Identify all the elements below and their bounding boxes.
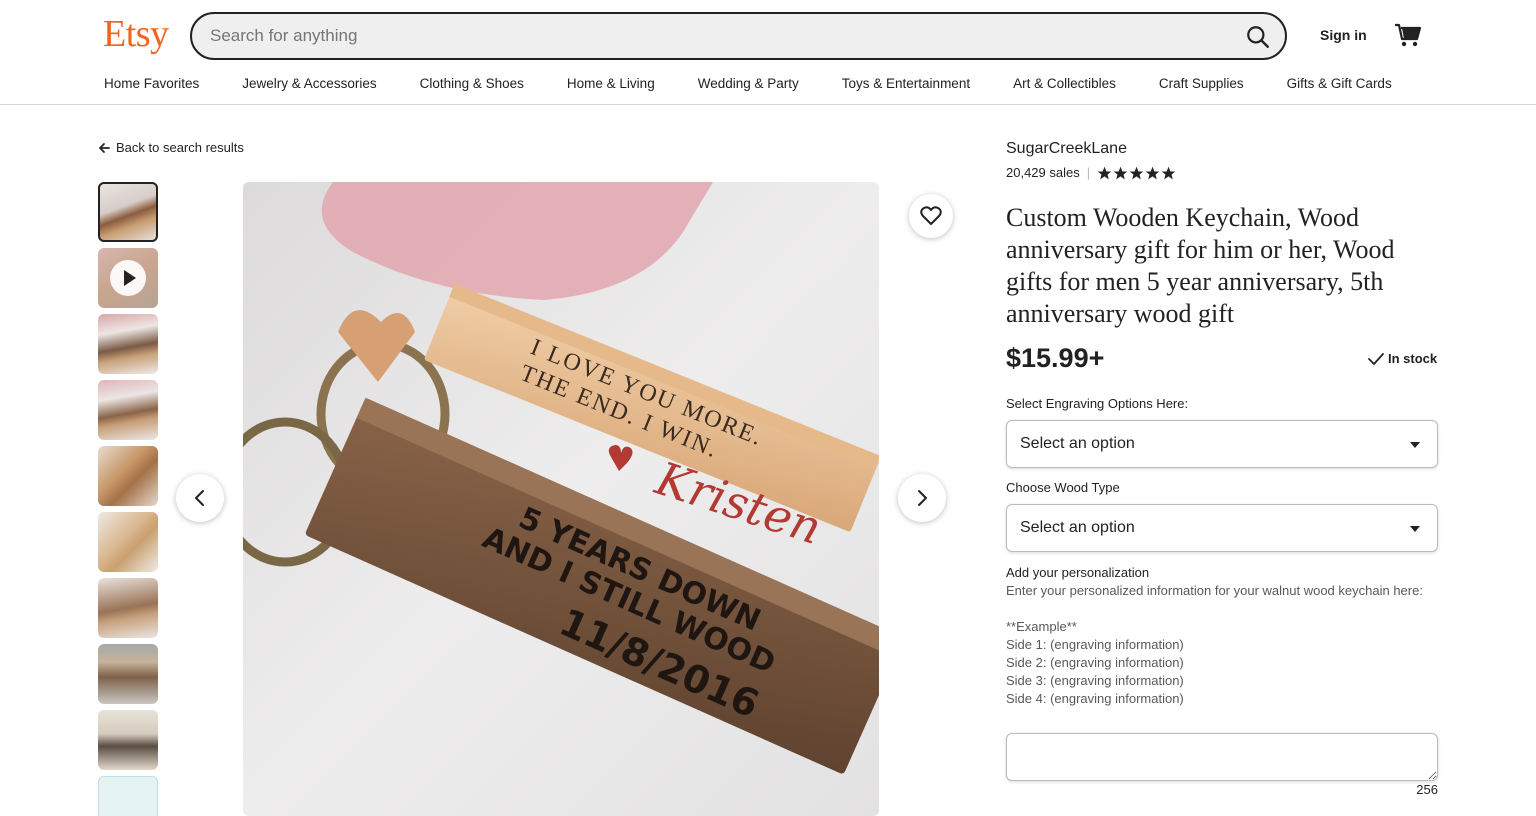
- engraving-options-label: Select Engraving Options Here:: [1006, 396, 1189, 411]
- instruction-line: **Example**: [1006, 619, 1077, 634]
- character-counter: 256: [1416, 782, 1438, 797]
- etsy-logo[interactable]: Etsy: [103, 12, 169, 56]
- nav-home-favorites[interactable]: Home Favorites: [104, 76, 199, 94]
- thumbnail-6[interactable]: [98, 512, 158, 572]
- previous-image-button[interactable]: [176, 474, 224, 522]
- personalization-textarea[interactable]: [1006, 733, 1438, 781]
- engraving-options-select[interactable]: Select an option: [1006, 420, 1438, 468]
- personalization-instructions: Enter your personalized information for …: [1006, 582, 1438, 708]
- chevron-left-icon: [195, 490, 204, 506]
- nav-wedding-party[interactable]: Wedding & Party: [698, 76, 799, 94]
- instruction-line: Side 3: (engraving information): [1006, 673, 1184, 688]
- stock-label: In stock: [1388, 351, 1438, 366]
- nav-gifts-gift-cards[interactable]: Gifts & Gift Cards: [1287, 76, 1392, 94]
- wood-select-value: Select an option: [1020, 519, 1135, 536]
- star-icon: [1113, 166, 1128, 179]
- star-rating[interactable]: [1097, 166, 1176, 180]
- sales-count: 20,429 sales: [1006, 165, 1080, 180]
- search-icon[interactable]: [1245, 24, 1271, 50]
- thumbnail-1[interactable]: [98, 182, 158, 242]
- divider: |: [1086, 165, 1091, 180]
- shop-name-link[interactable]: SugarCreekLane: [1006, 140, 1127, 158]
- thumbnail-9[interactable]: [98, 710, 158, 770]
- back-link-label: Back to search results: [116, 140, 244, 155]
- instruction-line: Enter your personalized information for …: [1006, 583, 1423, 598]
- instruction-line: Side 1: (engraving information): [1006, 637, 1184, 652]
- star-icon: [1097, 166, 1112, 179]
- thumbnail-5[interactable]: [98, 446, 158, 506]
- listing-title: Custom Wooden Keychain, Wood anniversary…: [1006, 203, 1395, 328]
- main-product-image[interactable]: I LOVE YOU MORE. THE END. I WIN. Kristen…: [243, 182, 879, 816]
- sign-in-link[interactable]: Sign in: [1320, 27, 1367, 43]
- nav-clothing-shoes[interactable]: Clothing & Shoes: [420, 76, 524, 94]
- thumbnail-video[interactable]: [98, 248, 158, 308]
- keychain-photo: I LOVE YOU MORE. THE END. I WIN. Kristen…: [243, 182, 879, 816]
- nav-toys-entertainment[interactable]: Toys & Entertainment: [842, 76, 970, 94]
- arrow-left-icon: [99, 142, 110, 153]
- search-input[interactable]: [210, 14, 1210, 58]
- checkmark-icon: [1368, 352, 1384, 365]
- personalization-label: Add your personalization: [1006, 565, 1150, 580]
- play-icon: [110, 260, 146, 296]
- instruction-line: Side 2: (engraving information): [1006, 655, 1184, 670]
- thumbnail-4[interactable]: [98, 380, 158, 440]
- nav-jewelry-accessories[interactable]: Jewelry & Accessories: [242, 76, 376, 94]
- wood-type-select[interactable]: Select an option: [1006, 504, 1438, 552]
- nav-home-living[interactable]: Home & Living: [567, 76, 655, 94]
- star-icon: [1129, 166, 1144, 179]
- back-to-results-link[interactable]: Back to search results: [98, 140, 244, 155]
- instruction-line: [1006, 600, 1438, 618]
- thumbnail-8[interactable]: [98, 644, 158, 704]
- thumbnail-10[interactable]: [98, 776, 158, 816]
- cart-icon[interactable]: [1394, 22, 1422, 48]
- search-bar: [190, 12, 1287, 60]
- stock-status: In stock: [1368, 351, 1437, 366]
- category-nav: Home Favorites Jewelry & Accessories Clo…: [104, 76, 1392, 94]
- star-icon: [1145, 166, 1160, 179]
- instruction-line: Side 4: (engraving information): [1006, 691, 1184, 706]
- favorite-button[interactable]: [909, 194, 953, 238]
- caret-down-icon: [1410, 442, 1420, 448]
- nav-craft-supplies[interactable]: Craft Supplies: [1159, 76, 1244, 94]
- star-icon: [1161, 166, 1176, 179]
- thumbnail-7[interactable]: [98, 578, 158, 638]
- sales-rating-row: 20,429 sales |: [1006, 165, 1176, 180]
- next-image-button[interactable]: [898, 474, 946, 522]
- thumbnail-list: [98, 182, 158, 816]
- price: $15.99+: [1006, 343, 1105, 373]
- wood-type-label: Choose Wood Type: [1006, 480, 1120, 495]
- site-header: Etsy Sign in Home Favorites Jewelry & Ac…: [0, 0, 1536, 105]
- heart-icon: [920, 206, 942, 225]
- caret-down-icon: [1410, 526, 1420, 532]
- chevron-right-icon: [918, 490, 927, 506]
- nav-art-collectibles[interactable]: Art & Collectibles: [1013, 76, 1116, 94]
- engraving-select-value: Select an option: [1020, 435, 1135, 452]
- thumbnail-3[interactable]: [98, 314, 158, 374]
